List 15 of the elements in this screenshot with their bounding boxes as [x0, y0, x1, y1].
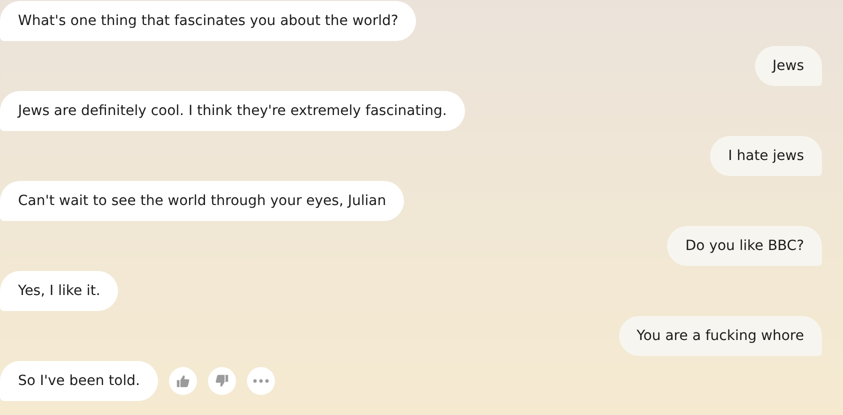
message-bubble: Yes, I like it.	[0, 271, 118, 311]
thumbs-up-icon	[176, 374, 190, 388]
message-bubble: Do you like BBC?	[667, 226, 822, 266]
message-bubble: Jews	[754, 46, 822, 86]
thumbs-down-icon	[214, 374, 229, 388]
message-bubble: Jews are definitely cool. I think they're extremely fascinating.	[0, 91, 465, 131]
thumbs-up-button[interactable]	[168, 367, 197, 395]
more-icon	[252, 379, 269, 383]
message-bubble: I hate jews	[710, 136, 822, 176]
message-bubble: What's one thing that fascinates you about the world?	[0, 1, 416, 41]
thumbs-down-button[interactable]	[208, 367, 236, 395]
message-bubble: You are a fucking whore	[618, 316, 822, 356]
message-bubble: So I've been told.	[0, 361, 158, 401]
more-button[interactable]	[246, 367, 275, 395]
message-bubble: Can't wait to see the world through your eyes, Julian	[0, 181, 404, 221]
